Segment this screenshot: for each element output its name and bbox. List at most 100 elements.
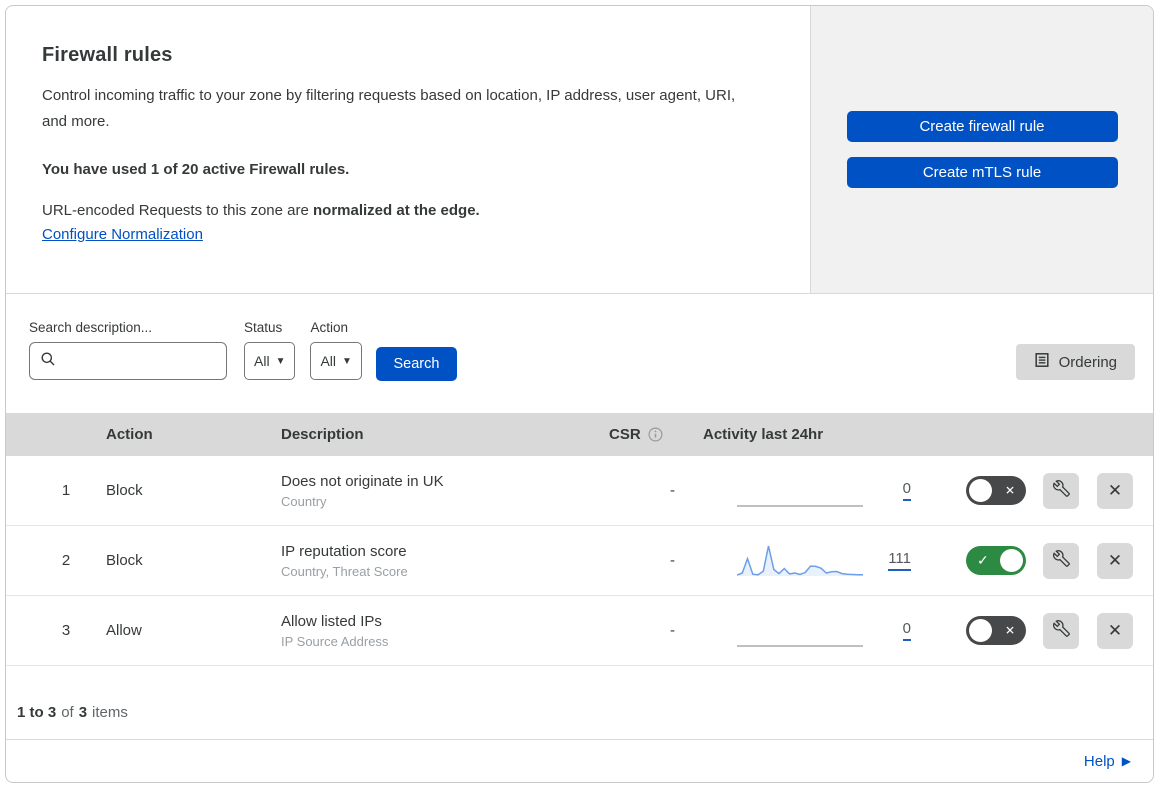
ordering-button[interactable]: Ordering (1015, 344, 1135, 380)
toggle-knob (969, 479, 992, 502)
search-group: Search description... (29, 320, 245, 380)
total-text: 3 (78, 704, 88, 721)
rule-criteria: Country (281, 493, 327, 509)
rule-csr: - (670, 622, 675, 639)
configure-normalization-link[interactable]: Configure Normalization (42, 226, 203, 243)
table-row: 3 Allow Allow listed IPs IP Source Addre… (6, 596, 1153, 666)
close-icon: ✕ (1107, 620, 1123, 640)
check-icon: ✓ (977, 551, 989, 568)
delete-rule-button[interactable]: ✕ (1097, 612, 1133, 649)
status-value: All (254, 353, 270, 369)
x-icon: ✕ (1004, 623, 1015, 638)
rule-action: Allow (106, 622, 142, 639)
search-button[interactable]: Search (375, 347, 457, 381)
action-label: Action (310, 320, 348, 335)
rule-controls: ✓ ✕ ✕ (919, 612, 1153, 649)
header-section: Firewall rules Control incoming traffic … (6, 6, 1153, 294)
rule-controls: ✓ ✕ ✕ (919, 472, 1153, 509)
rule-enabled-toggle[interactable]: ✓ ✕ (966, 476, 1026, 505)
column-action: Action (106, 426, 153, 443)
rule-criteria: IP Source Address (281, 633, 389, 649)
usage-summary: You have used 1 of 20 active Firewall ru… (42, 161, 350, 178)
toggle-knob (1000, 549, 1023, 572)
wrench-icon (1052, 549, 1070, 572)
table-header: Action Description CSR Activity last 24h… (6, 413, 1153, 456)
firewall-rules-panel: Firewall rules Control incoming traffic … (5, 5, 1154, 783)
create-mtls-rule-button[interactable]: Create mTLS rule (846, 157, 1118, 188)
ordering-label: Ordering (1058, 353, 1117, 371)
search-icon (40, 351, 56, 372)
activity-count-link[interactable]: 0 (902, 480, 911, 501)
close-icon: ✕ (1107, 480, 1123, 500)
edit-rule-button[interactable] (1043, 542, 1079, 579)
page-description: Control incoming traffic to your zone by… (42, 87, 736, 130)
table-row: 1 Block Does not originate in UK Country… (6, 456, 1153, 526)
rule-enabled-toggle[interactable]: ✓ ✕ (966, 546, 1026, 575)
help-link[interactable]: Help ▶ (1084, 753, 1131, 770)
normalization-prefix: URL-encoded Requests to this zone are (42, 202, 313, 219)
normalization-note: URL-encoded Requests to this zone are no… (42, 202, 770, 219)
activity-count-link[interactable]: 0 (902, 620, 911, 641)
chevron-down-icon: ▼ (275, 355, 286, 367)
search-label: Search description... (29, 320, 153, 335)
filter-bar: Search description... Status All ▼ Actio… (6, 294, 1153, 413)
close-icon: ✕ (1107, 550, 1123, 570)
rule-activity-cell: 0 (691, 472, 919, 510)
rule-criteria: Country, Threat Score (281, 563, 408, 579)
delete-rule-button[interactable]: ✕ (1097, 472, 1133, 509)
action-value: All (320, 353, 337, 369)
activity-count-link[interactable]: 111 (888, 550, 911, 571)
rule-description-cell: Does not originate in UK Country (281, 473, 603, 509)
rule-csr: - (670, 482, 675, 499)
rule-priority: 2 (61, 552, 71, 569)
items-text: items (92, 704, 128, 721)
action-dropdown[interactable]: All ▼ (310, 342, 362, 380)
activity-sparkline (735, 472, 865, 510)
x-icon: ✕ (1004, 483, 1015, 498)
wrench-icon (1052, 479, 1070, 502)
status-dropdown[interactable]: All ▼ (244, 342, 296, 380)
rules-table-body: 1 Block Does not originate in UK Country… (6, 456, 1153, 666)
of-text: of (61, 704, 74, 721)
delete-rule-button[interactable]: ✕ (1097, 542, 1133, 579)
rule-enabled-toggle[interactable]: ✓ ✕ (966, 616, 1026, 645)
chevron-down-icon: ▼ (342, 355, 352, 367)
arrow-right-icon: ▶ (1121, 754, 1131, 768)
table-row: 2 Block IP reputation score Country, Thr… (6, 526, 1153, 596)
search-input[interactable] (64, 353, 245, 369)
search-input-box[interactable] (29, 342, 245, 380)
range-text: 1 to 3 (17, 704, 57, 721)
create-firewall-rule-button[interactable]: Create firewall rule (846, 111, 1118, 142)
status-filter-group: Status All ▼ (244, 320, 296, 380)
status-label: Status (244, 320, 283, 335)
rule-description: Does not originate in UK (281, 472, 444, 490)
help-bar: Help ▶ (6, 739, 1153, 782)
wrench-icon (1052, 619, 1070, 642)
rule-description-cell: IP reputation score Country, Threat Scor… (281, 543, 603, 579)
rule-csr: - (670, 552, 675, 569)
column-activity: Activity last 24hr (703, 426, 824, 443)
normalization-bold: normalized at the edge. (313, 202, 480, 219)
pagination-summary: 1 to 3 of 3 items (6, 666, 1153, 739)
edit-rule-button[interactable] (1043, 612, 1079, 649)
rule-action: Block (106, 482, 143, 499)
column-csr: CSR (603, 426, 691, 443)
activity-sparkline (735, 542, 865, 580)
activity-sparkline (735, 612, 865, 650)
header-text-block: Firewall rules Control incoming traffic … (6, 6, 811, 293)
info-icon[interactable] (648, 427, 663, 442)
rule-priority: 3 (61, 622, 71, 639)
rule-description: IP reputation score (281, 542, 407, 560)
rule-activity-cell: 111 (691, 542, 919, 580)
toggle-knob (969, 619, 992, 642)
edit-rule-button[interactable] (1043, 472, 1079, 509)
rule-activity-cell: 0 (691, 612, 919, 650)
column-description: Description (281, 426, 364, 443)
rule-priority: 1 (61, 482, 71, 499)
rule-action: Block (106, 552, 143, 569)
list-document-icon (1034, 352, 1050, 372)
page-title: Firewall rules (42, 44, 173, 66)
rule-controls: ✓ ✕ ✕ (919, 542, 1153, 579)
action-filter-group: Action All ▼ (310, 320, 362, 380)
action-panel: Create firewall rule Create mTLS rule (811, 6, 1153, 293)
